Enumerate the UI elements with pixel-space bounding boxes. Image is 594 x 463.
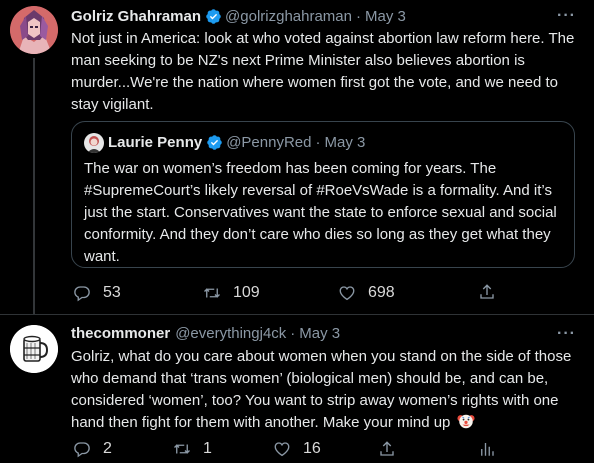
like-button[interactable]: 698 bbox=[338, 284, 395, 302]
tweet-thecommoner[interactable]: thecommoner @everythingj4ck · May 3 ··· … bbox=[0, 315, 594, 463]
tweet-text: Golriz, what do you care about women whe… bbox=[71, 346, 581, 434]
share-button[interactable] bbox=[478, 283, 496, 301]
like-count: 16 bbox=[303, 440, 321, 457]
reply-icon bbox=[74, 286, 90, 302]
more-icon[interactable]: ··· bbox=[557, 7, 576, 25]
tweet-text: Not just in America: look at who voted a… bbox=[71, 30, 575, 113]
tweet-date[interactable]: May 3 bbox=[365, 8, 406, 25]
quote-header: Laurie Penny @PennyRed · May 3 bbox=[108, 134, 365, 151]
reply-count: 2 bbox=[103, 440, 112, 457]
author-name[interactable]: Golriz Ghahraman bbox=[71, 8, 201, 25]
reply-icon bbox=[74, 442, 90, 458]
like-count: 698 bbox=[368, 284, 395, 301]
author-handle[interactable]: @everythingj4ck bbox=[175, 325, 286, 342]
share-icon bbox=[480, 284, 494, 299]
retweet-count: 109 bbox=[233, 284, 260, 301]
clown-face-emoji bbox=[457, 412, 475, 430]
more-icon[interactable]: ··· bbox=[557, 325, 576, 343]
tweet-golriz[interactable]: Golriz Ghahraman @golrizghahraman · May … bbox=[0, 0, 594, 315]
retweet-button[interactable]: 109 bbox=[203, 284, 260, 302]
like-button[interactable]: 16 bbox=[273, 440, 321, 458]
avatar-thecommoner[interactable] bbox=[10, 325, 58, 373]
quote-tweet[interactable]: Laurie Penny @PennyRed · May 3 The war o… bbox=[71, 121, 575, 268]
avatar-golriz[interactable] bbox=[10, 6, 58, 54]
author-name[interactable]: thecommoner bbox=[71, 325, 170, 342]
quote-date: May 3 bbox=[324, 134, 366, 151]
retweet-count: 1 bbox=[203, 440, 212, 457]
analytics-button[interactable] bbox=[478, 440, 496, 458]
like-icon bbox=[274, 442, 290, 457]
tweet-text-body: Golriz, what do you care about women whe… bbox=[71, 348, 572, 431]
separator-dot: · bbox=[356, 8, 361, 25]
analytics-icon bbox=[481, 443, 494, 456]
quote-text: The war on women’s freedom has been comi… bbox=[84, 160, 557, 265]
author-handle[interactable]: @golrizghahraman bbox=[225, 8, 352, 25]
quote-author-handle: @PennyRed bbox=[226, 134, 312, 151]
reply-count: 53 bbox=[103, 284, 121, 301]
share-button[interactable] bbox=[378, 440, 396, 458]
separator-dot: · bbox=[290, 325, 296, 342]
avatar-laurie bbox=[84, 133, 104, 153]
reply-button[interactable]: 53 bbox=[73, 284, 121, 302]
tweet-header: Golriz Ghahraman @golrizghahraman · May … bbox=[71, 8, 406, 25]
quote-author-name: Laurie Penny bbox=[108, 134, 203, 151]
tweet-date[interactable]: May 3 bbox=[299, 325, 340, 342]
retweet-button[interactable]: 1 bbox=[173, 440, 212, 458]
separator-dot: · bbox=[315, 134, 321, 151]
retweet-icon bbox=[174, 444, 190, 454]
like-icon bbox=[339, 286, 355, 301]
verified-badge-icon bbox=[205, 8, 222, 25]
reply-button[interactable]: 2 bbox=[73, 440, 112, 458]
thread-line bbox=[33, 58, 35, 315]
share-icon bbox=[380, 441, 394, 456]
verified-badge-icon bbox=[206, 134, 223, 151]
retweet-icon bbox=[204, 288, 220, 298]
tweet-header: thecommoner @everythingj4ck · May 3 bbox=[71, 325, 340, 342]
